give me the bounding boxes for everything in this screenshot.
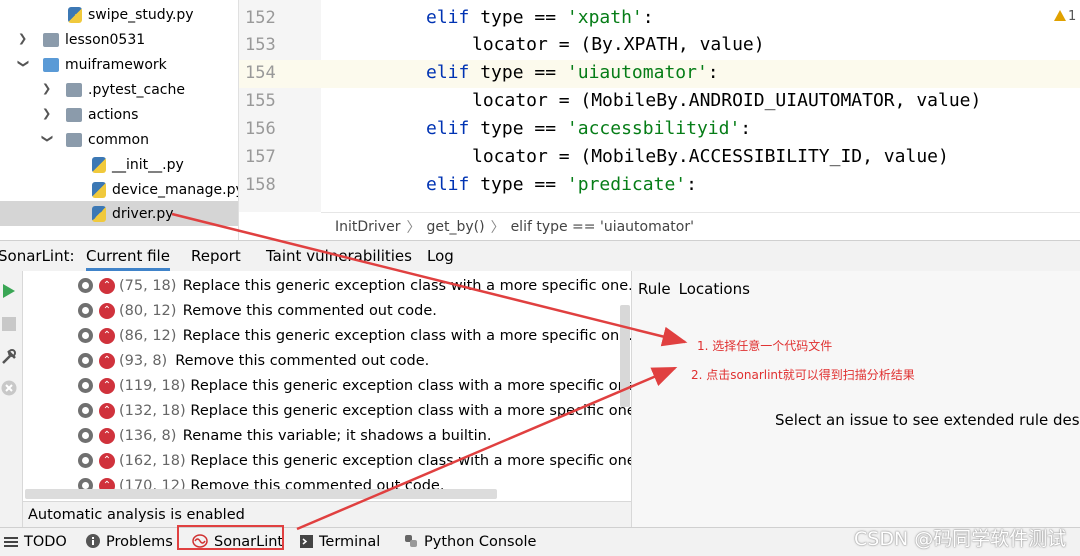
annotation-arrows: [171, 212, 688, 531]
arrow-to-step1: [171, 212, 688, 347]
arrow-to-step2: [296, 366, 678, 531]
